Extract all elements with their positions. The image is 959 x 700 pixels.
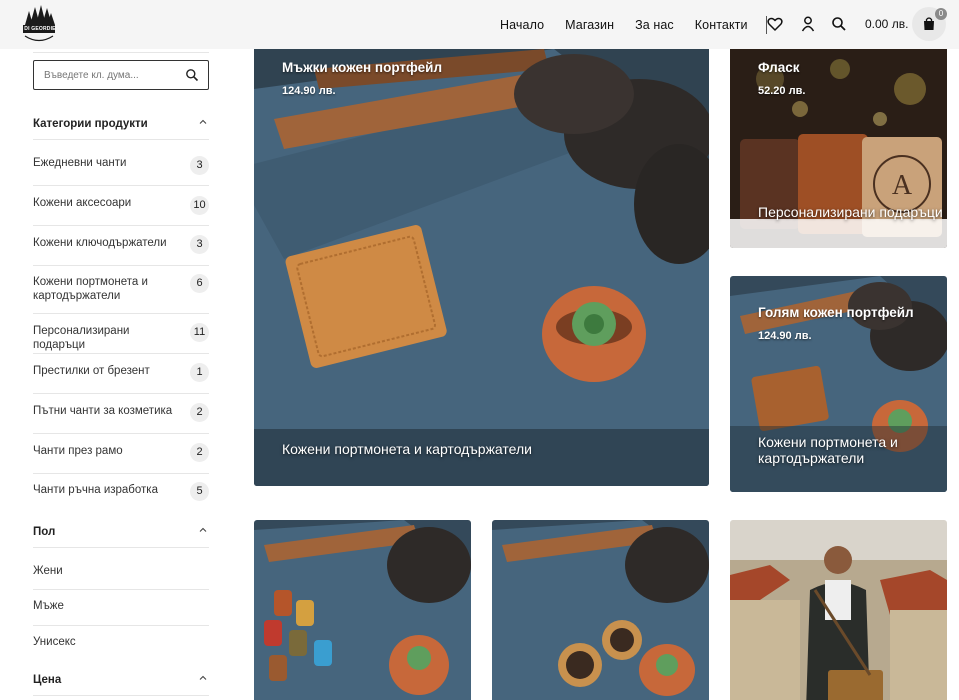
product-category: Кожени портмонета и картодържатели bbox=[282, 441, 532, 457]
category-label: Пътни чанти за козметика bbox=[33, 405, 173, 417]
category-item[interactable]: Пътни чанти за козметика 2 bbox=[33, 394, 209, 434]
search-input[interactable] bbox=[34, 61, 174, 89]
product-name: Мъжки кожен портфейл bbox=[282, 60, 443, 75]
chevron-up-icon bbox=[199, 675, 207, 680]
price-title: Цена bbox=[33, 674, 62, 686]
product-name: Голям кожен портфейл bbox=[758, 305, 914, 320]
gender-filter-header[interactable]: Пол bbox=[33, 518, 209, 548]
gender-label: Жени bbox=[33, 565, 63, 577]
category-item[interactable]: Ежедневни чанти 3 bbox=[33, 140, 209, 186]
gender-option-unisex[interactable]: Унисекс bbox=[33, 626, 209, 662]
product-name: Фласк bbox=[758, 60, 800, 75]
nav-shop[interactable]: Магазин bbox=[565, 18, 614, 32]
product-price: 124.90 лв. bbox=[282, 85, 336, 97]
category-count: 1 bbox=[190, 363, 209, 382]
categories-title: Категории продукти bbox=[33, 118, 148, 130]
gender-title: Пол bbox=[33, 526, 56, 538]
category-label: Престилки от брезент bbox=[33, 365, 150, 377]
cart-count-badge: 0 bbox=[935, 8, 947, 20]
product-image bbox=[254, 520, 471, 700]
category-item[interactable]: Кожени портмонета и картодържатели 6 bbox=[33, 266, 209, 314]
category-label: Чанти ръчна изработка bbox=[33, 484, 158, 496]
category-count: 11 bbox=[190, 323, 209, 342]
category-item[interactable]: Престилки от брезент 1 bbox=[33, 354, 209, 394]
nav-about[interactable]: За нас bbox=[635, 18, 674, 32]
site-header: DI GEORDIE Начало Магазин За нас Контакт… bbox=[0, 0, 959, 49]
nav-home[interactable]: Начало bbox=[500, 18, 544, 32]
gender-option-men[interactable]: Мъже bbox=[33, 590, 209, 626]
price-filter-header[interactable]: Цена bbox=[33, 666, 209, 696]
shopping-bag-icon bbox=[924, 17, 934, 30]
search-icon[interactable] bbox=[185, 68, 199, 82]
sidebar-divider bbox=[33, 52, 209, 53]
category-item[interactable]: Чанти през рамо 2 bbox=[33, 434, 209, 474]
categories-filter-header[interactable]: Категории продукти bbox=[33, 110, 209, 140]
gender-label: Унисекс bbox=[33, 636, 76, 648]
cart-total[interactable]: 0.00 лв. bbox=[865, 17, 908, 31]
gender-label: Мъже bbox=[33, 600, 64, 612]
svg-text:A: A bbox=[892, 170, 913, 201]
chevron-up-icon bbox=[199, 527, 207, 532]
category-item[interactable]: Кожени аксесоари 10 bbox=[33, 186, 209, 226]
category-item[interactable]: Персонализирани подаръци 11 bbox=[33, 314, 209, 354]
search-icon[interactable] bbox=[830, 15, 848, 33]
gender-option-women[interactable]: Жени bbox=[33, 548, 209, 590]
product-card-keychains[interactable] bbox=[254, 520, 471, 700]
product-category: Персонализирани подаръци bbox=[758, 204, 943, 220]
category-label: Кожени портмонета и картодържатели bbox=[33, 276, 148, 302]
wishlist-heart-icon[interactable] bbox=[766, 15, 784, 33]
search-box bbox=[33, 60, 209, 90]
category-count: 2 bbox=[190, 443, 209, 462]
product-category: Кожени портмонета и картодържатели bbox=[758, 434, 898, 466]
category-count: 2 bbox=[190, 403, 209, 422]
category-count: 3 bbox=[190, 156, 209, 175]
category-label: Чанти през рамо bbox=[33, 445, 123, 457]
chevron-up-icon bbox=[199, 119, 207, 124]
account-user-icon[interactable] bbox=[799, 15, 817, 33]
category-count: 6 bbox=[190, 274, 209, 293]
product-card-large-wallet[interactable]: Голям кожен портфейл 124.90 лв. Кожени п… bbox=[730, 276, 947, 492]
category-count: 5 bbox=[190, 482, 209, 501]
category-label: Персонализирани подаръци bbox=[33, 325, 130, 351]
product-price: 52.20 лв. bbox=[758, 85, 806, 97]
product-card-wallet-set[interactable] bbox=[492, 520, 709, 700]
product-image bbox=[730, 520, 947, 700]
category-label: Ежедневни чанти bbox=[33, 157, 127, 169]
product-card-shoulder-bag[interactable] bbox=[730, 520, 947, 700]
brand-logo-text: DI GEORDIE bbox=[24, 26, 56, 32]
product-image bbox=[254, 49, 709, 486]
category-label: Кожени аксесоари bbox=[33, 197, 132, 209]
category-label: Кожени ключодържатели bbox=[33, 237, 167, 249]
product-price: 124.90 лв. bbox=[758, 330, 812, 342]
category-count: 10 bbox=[190, 196, 209, 215]
brand-logo[interactable] bbox=[22, 3, 56, 45]
main-nav: Начало Магазин За нас Контакти bbox=[500, 0, 767, 49]
category-item[interactable]: Кожени ключодържатели 3 bbox=[33, 226, 209, 266]
product-card-mens-wallet[interactable]: Мъжки кожен портфейл 124.90 лв. Кожени п… bbox=[254, 49, 709, 486]
category-count: 3 bbox=[190, 235, 209, 254]
product-image bbox=[492, 520, 709, 700]
category-item[interactable]: Чанти ръчна изработка 5 bbox=[33, 474, 209, 512]
product-card-flask[interactable]: A Фласк 52.20 лв. Персонализирани подаръ… bbox=[730, 49, 947, 248]
nav-contacts[interactable]: Контакти bbox=[695, 18, 748, 32]
